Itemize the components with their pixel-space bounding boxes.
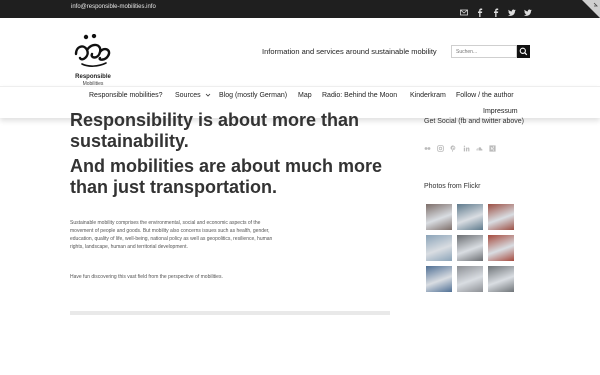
soundcloud-icon[interactable] <box>476 139 483 151</box>
nav-item-kinderkram[interactable]: Kinderkram <box>410 92 446 99</box>
flickr-photo-thumbnail[interactable] <box>425 203 453 231</box>
top-social-icons <box>460 4 532 17</box>
linkedin-icon[interactable] <box>463 139 470 152</box>
headline-mobilities: And mobilities are about much more than … <box>70 156 383 197</box>
flickr-photo-thumbnail[interactable] <box>425 265 453 293</box>
flickr-photo-grid <box>425 203 515 293</box>
search-form <box>451 45 530 58</box>
twitter-icon[interactable] <box>508 4 516 16</box>
flickr-photo-thumbnail[interactable] <box>487 234 515 262</box>
sidebar-social-title: Get Social (fb and twitter above) <box>424 118 524 125</box>
site-logo[interactable]: Responsible Mobilities <box>70 33 116 87</box>
site-tagline: Information and services around sustaina… <box>262 47 437 56</box>
facebook-icon[interactable] <box>476 4 484 17</box>
nav-item-label: Sources <box>175 92 201 99</box>
flickr-photo-thumbnail[interactable] <box>487 203 515 231</box>
nav-item-blog[interactable]: Blog (mostly German) <box>219 92 287 99</box>
nav-item-impressum[interactable]: Impressum <box>483 108 518 115</box>
logo-mark-icon <box>74 33 111 67</box>
twitter-icon[interactable] <box>524 4 532 16</box>
flickr-photo-thumbnail[interactable] <box>456 234 484 262</box>
brand-name-line1: Responsible <box>75 74 111 80</box>
content-divider <box>70 311 390 315</box>
facebook-icon[interactable] <box>492 4 500 17</box>
nav-item-follow[interactable]: Follow / the author <box>456 92 514 99</box>
search-input[interactable] <box>451 45 517 58</box>
search-button[interactable] <box>517 45 530 58</box>
search-icon <box>519 47 528 56</box>
intro-paragraph: Sustainable mobility comprises the envir… <box>70 220 273 250</box>
nav-item-sources[interactable]: Sources <box>175 92 211 99</box>
nav-item-responsible-mobilities[interactable]: Responsible mobilities? <box>89 92 163 99</box>
flickr-section-title: Photos from Flickr <box>424 183 481 190</box>
xing-icon[interactable] <box>489 139 496 152</box>
pinterest-icon[interactable] <box>450 139 457 152</box>
flickr-photo-thumbnail[interactable] <box>456 265 484 293</box>
flickr-photo-thumbnail[interactable] <box>425 234 453 262</box>
contact-email-link[interactable]: info@responsible-mobilities.info <box>71 4 156 10</box>
nav-item-radio[interactable]: Radio: Behind the Moon <box>322 92 397 99</box>
flickr-icon[interactable] <box>424 139 431 150</box>
flickr-photo-thumbnail[interactable] <box>487 265 515 293</box>
chevron-down-icon <box>205 93 210 97</box>
instagram-icon[interactable] <box>437 139 444 152</box>
site-header: Responsible Mobilities Information and s… <box>0 18 600 87</box>
closing-paragraph: Have fun discovering this vast field fro… <box>70 274 223 280</box>
flickr-photo-thumbnail[interactable] <box>456 203 484 231</box>
top-bar: info@responsible-mobilities.info <box>0 0 600 18</box>
mail-icon[interactable] <box>460 4 468 16</box>
nav-item-map[interactable]: Map <box>298 92 312 99</box>
sidebar-social-icons <box>424 139 496 152</box>
sliding-bar-toggle[interactable] <box>582 0 600 18</box>
headline-responsibility: Responsibility is about more than sustai… <box>70 110 360 151</box>
